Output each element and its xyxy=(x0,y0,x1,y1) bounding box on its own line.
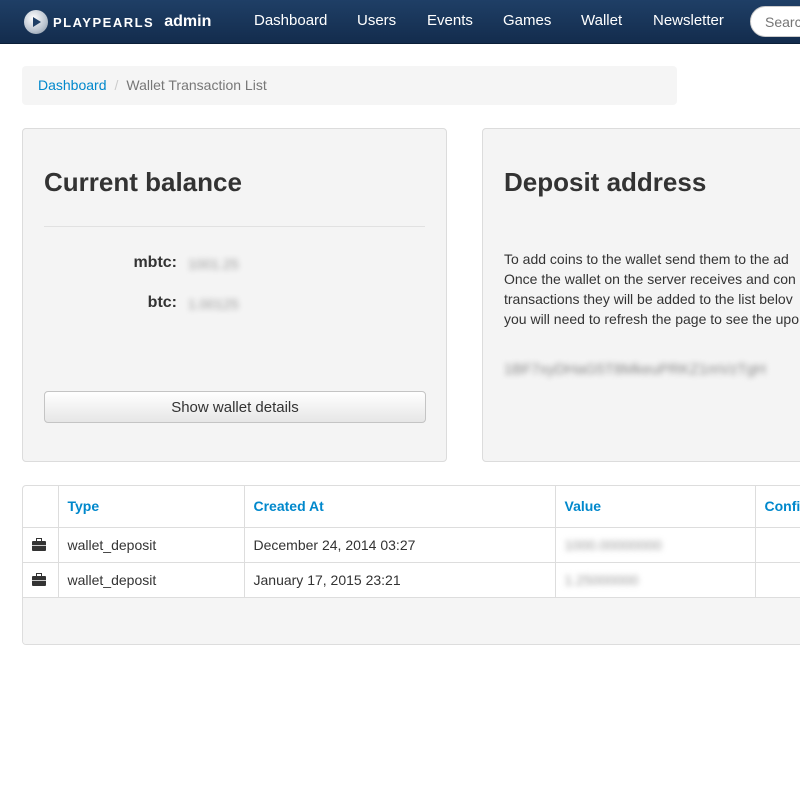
current-balance-panel: Current balance mbtc: 1001.25 btc: 1.001… xyxy=(22,128,447,462)
show-wallet-details-button[interactable]: Show wallet details xyxy=(44,391,426,423)
nav-item-newsletter[interactable]: Newsletter xyxy=(653,12,724,29)
nav-item-users[interactable]: Users xyxy=(357,12,396,29)
nav-item-events[interactable]: Events xyxy=(427,12,473,29)
deposit-instructions: To add coins to the wallet send them to … xyxy=(504,251,799,327)
search-input[interactable] xyxy=(750,6,800,37)
breadcrumb-current: Wallet Transaction List xyxy=(126,77,267,93)
row-confirmations xyxy=(755,527,800,563)
playpearls-logo-icon xyxy=(24,10,48,34)
row-icon-cell xyxy=(23,527,59,563)
column-header-type[interactable]: Type xyxy=(58,486,245,528)
row-value: 1.25000000 xyxy=(555,562,756,598)
nav-item-games[interactable]: Games xyxy=(503,12,551,29)
breadcrumb-dashboard-link[interactable]: Dashboard xyxy=(38,77,107,93)
row-type: wallet_deposit xyxy=(58,527,245,563)
mbtc-value: 1001.25 xyxy=(188,256,239,272)
brand[interactable]: PLAYPEARLS admin xyxy=(24,9,211,35)
column-header-confirmations[interactable]: Confi xyxy=(755,486,800,528)
brand-admin-label: admin xyxy=(164,13,212,30)
nav-item-dashboard[interactable]: Dashboard xyxy=(254,12,327,29)
deposit-address-panel: Deposit address To add coins to the wall… xyxy=(482,128,800,462)
transactions-table: Type Created At Value Confi wallet_depos… xyxy=(22,485,800,645)
row-value: 1000.00000000 xyxy=(555,527,756,563)
row-created-at: December 24, 2014 03:27 xyxy=(244,527,556,563)
deposit-address-value[interactable]: 1BF7xyDHaG5T8MkeuPRKZ1mVzTgH xyxy=(504,361,766,378)
breadcrumb: Dashboard / Wallet Transaction List xyxy=(22,66,677,105)
breadcrumb-separator: / xyxy=(114,77,119,93)
row-confirmations xyxy=(755,562,800,598)
nav-item-wallet[interactable]: Wallet xyxy=(581,12,622,29)
row-type: wallet_deposit xyxy=(58,562,245,598)
row-value-text: 1.25000000 xyxy=(564,571,639,588)
column-header-icon xyxy=(23,486,59,528)
btc-value: 1.00125 xyxy=(188,296,239,312)
top-navbar: PLAYPEARLS admin Dashboard Users Events … xyxy=(0,0,800,44)
row-value-text: 1000.00000000 xyxy=(564,536,662,553)
table-row[interactable]: wallet_deposit January 17, 2015 23:21 1.… xyxy=(23,562,800,598)
panel-divider xyxy=(44,226,425,227)
column-header-created-at[interactable]: Created At xyxy=(244,486,556,528)
deposit-address-title: Deposit address xyxy=(504,167,707,197)
row-icon-cell xyxy=(23,562,59,598)
table-header-row: Type Created At Value Confi xyxy=(23,486,800,528)
column-header-value[interactable]: Value xyxy=(555,486,756,528)
current-balance-title: Current balance xyxy=(44,167,242,197)
mbtc-label: mbtc: xyxy=(133,254,177,271)
table-footer xyxy=(23,597,800,644)
briefcase-icon xyxy=(32,537,46,551)
table-row[interactable]: wallet_deposit December 24, 2014 03:27 1… xyxy=(23,527,800,563)
briefcase-icon xyxy=(32,572,46,586)
brand-name: PLAYPEARLS xyxy=(53,14,155,30)
row-created-at: January 17, 2015 23:21 xyxy=(244,562,556,598)
btc-label: btc: xyxy=(147,294,177,311)
